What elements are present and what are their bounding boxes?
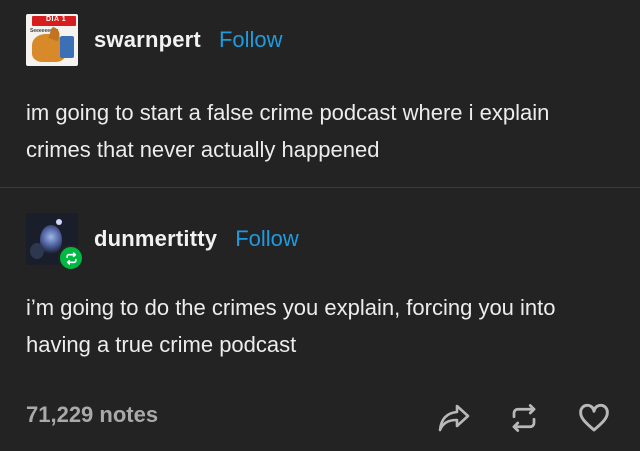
share-icon[interactable] <box>434 398 474 438</box>
follow-button[interactable]: Follow <box>219 27 283 53</box>
avatar-banner-text: DÍA 1 <box>46 16 67 23</box>
post-footer: 71,229 notes <box>0 372 640 451</box>
reblog-badge-icon <box>58 245 84 271</box>
original-post: DÍA 1 Seeeeeeeee swarnpert Follow im goi… <box>0 0 640 188</box>
username[interactable]: dunmertitty <box>94 226 217 252</box>
follow-button[interactable]: Follow <box>235 226 299 252</box>
post-text: im going to start a false crime podcast … <box>26 100 550 162</box>
action-bar <box>404 398 614 438</box>
username[interactable]: swarnpert <box>94 27 201 53</box>
avatar-wrapper <box>26 213 84 271</box>
post-text: i’m going to do the crimes you explain, … <box>26 295 556 357</box>
post-header: DÍA 1 Seeeeeeeee swarnpert Follow <box>26 14 283 66</box>
post-header: dunmertitty Follow <box>26 213 299 271</box>
reblog-post: dunmertitty Follow i’m going to do the c… <box>0 189 640 369</box>
reblog-icon[interactable] <box>504 398 544 438</box>
cup-image <box>60 36 74 58</box>
divider <box>0 187 640 188</box>
heart-icon[interactable] <box>574 398 614 438</box>
notes-count[interactable]: 71,229 notes <box>26 402 158 428</box>
avatar[interactable]: DÍA 1 Seeeeeeeee <box>26 14 78 66</box>
